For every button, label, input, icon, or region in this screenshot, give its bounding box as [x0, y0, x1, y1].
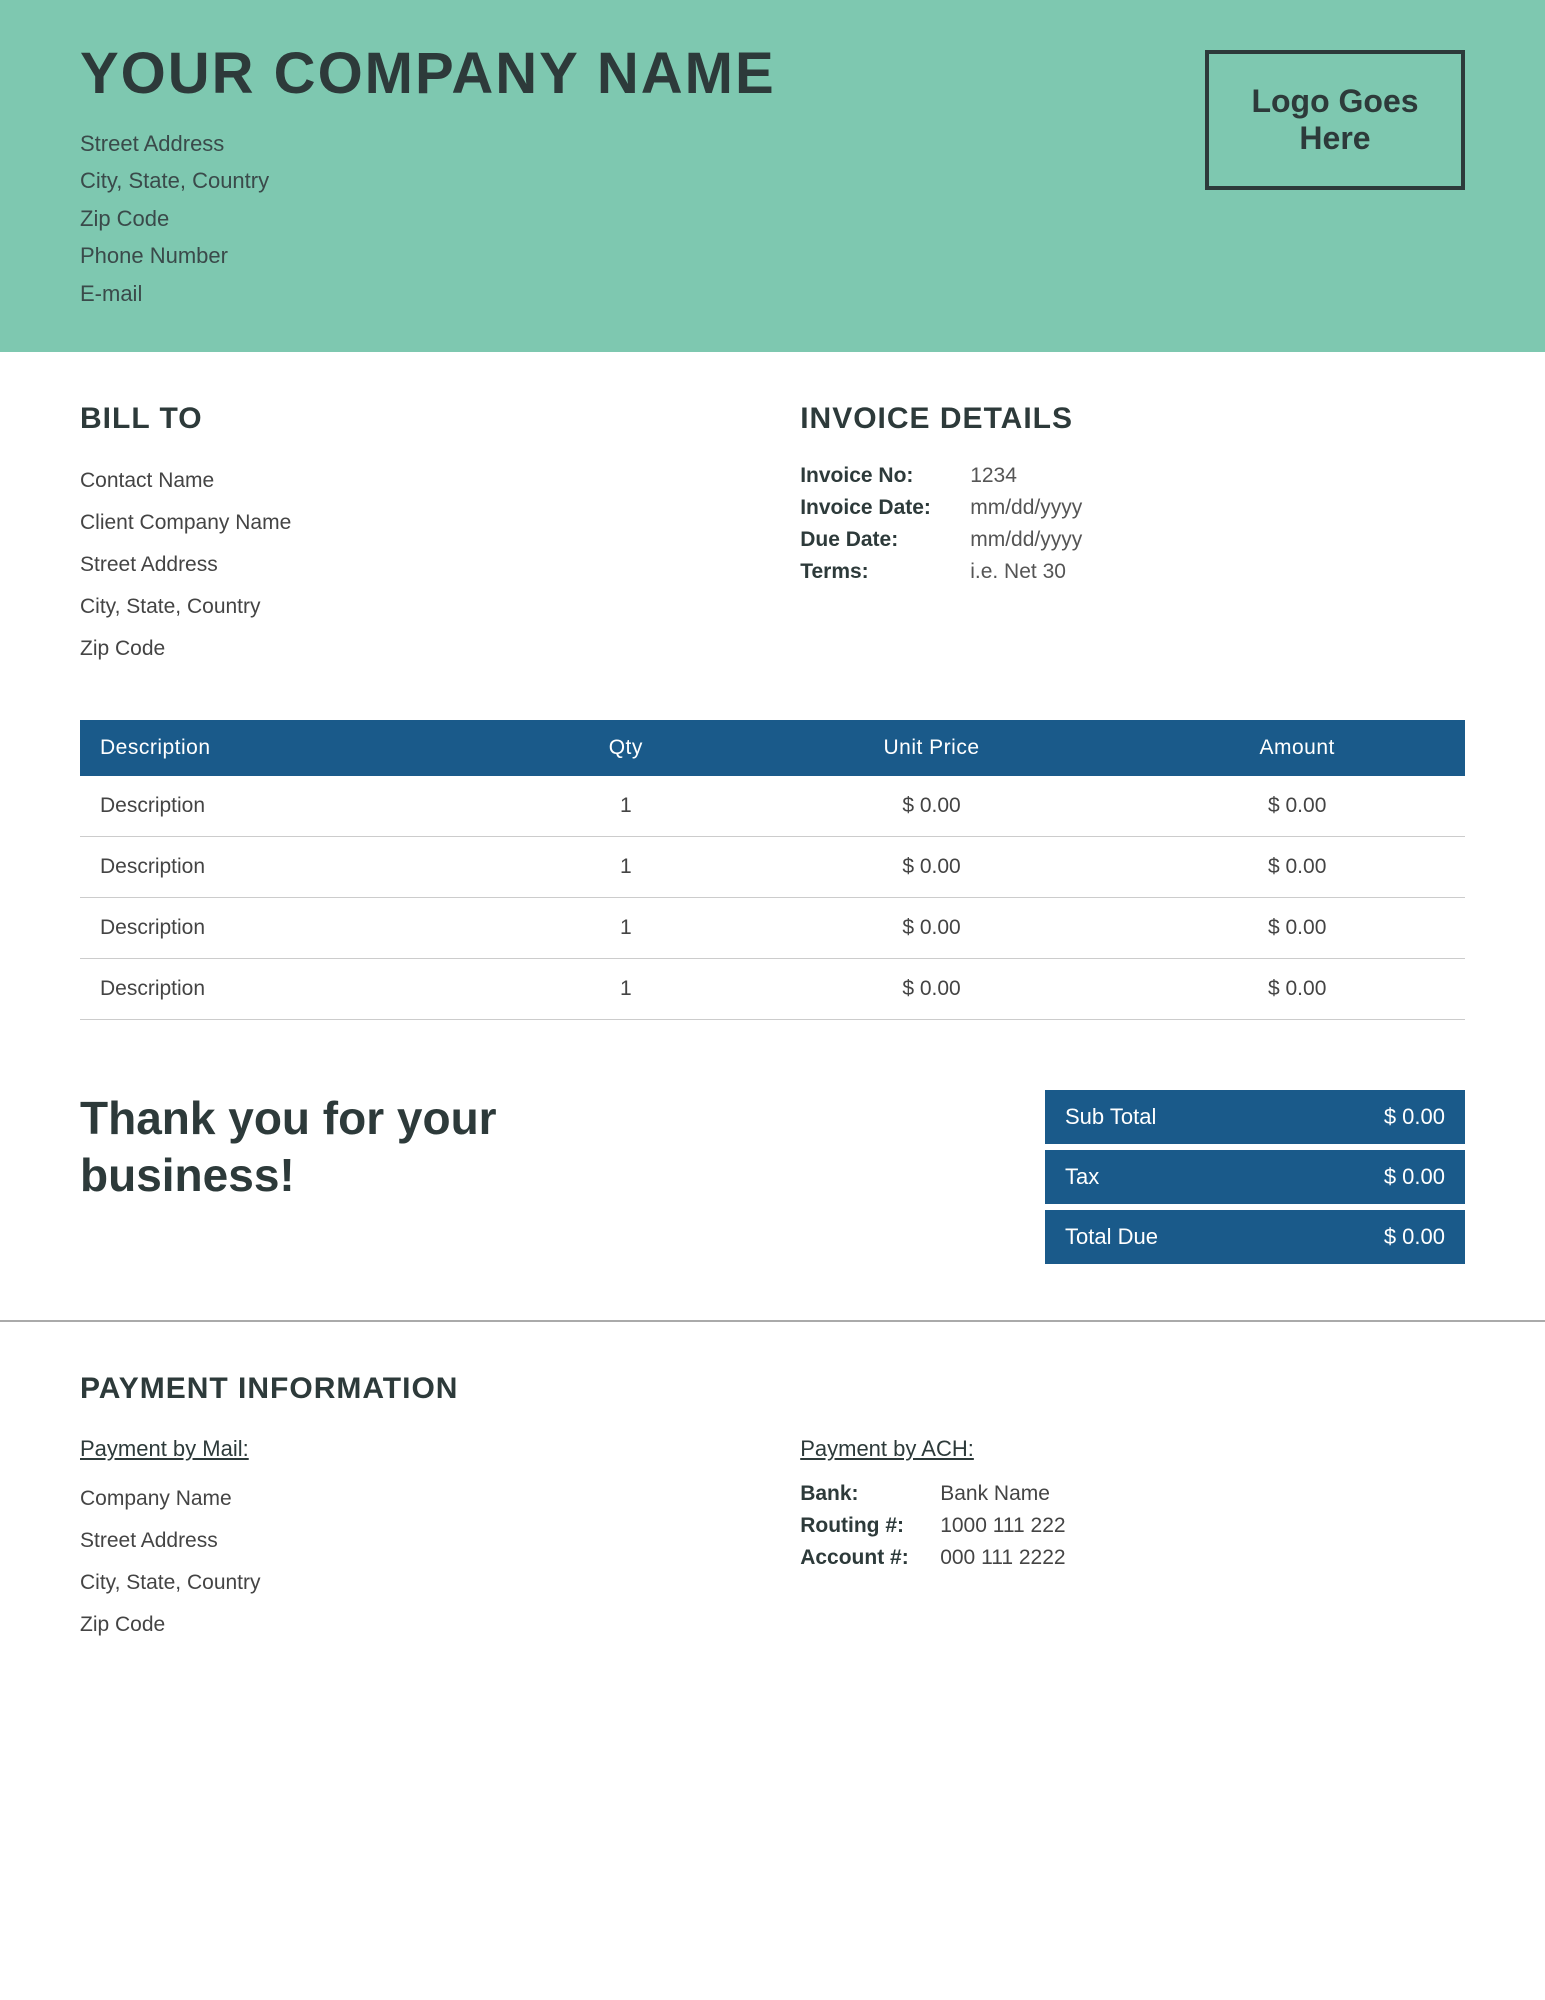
payment-mail-details: Company Name Street Address City, State,…	[80, 1478, 745, 1646]
total-due-value: $ 0.00	[1384, 1224, 1445, 1250]
terms-value: i.e. Net 30	[970, 556, 1465, 588]
invoice-no-value: 1234	[970, 460, 1465, 492]
payment-ach-title: Payment by ACH:	[800, 1436, 1465, 1462]
item-description: Description	[80, 776, 518, 837]
bill-city: City, State, Country	[80, 586, 745, 628]
invoice-details-title: INVOICE DETAILS	[800, 402, 1465, 436]
items-section: Description Qty Unit Price Amount Descri…	[0, 710, 1545, 1050]
payment-title: PAYMENT INFORMATION	[80, 1372, 1465, 1406]
logo-text: Logo GoesHere	[1251, 83, 1418, 157]
item-unit-price: $ 0.00	[734, 897, 1130, 958]
contact-name: Contact Name	[80, 460, 745, 502]
totals-section: Thank you for your business! Sub Total $…	[0, 1050, 1545, 1320]
subtotal-row: Sub Total $ 0.00	[1045, 1090, 1465, 1144]
totals-table: Sub Total $ 0.00 Tax $ 0.00 Total Due $ …	[1045, 1090, 1465, 1270]
col-qty: Qty	[518, 720, 734, 776]
payment-section: PAYMENT INFORMATION Payment by Mail: Com…	[0, 1320, 1545, 1706]
bill-zip: Zip Code	[80, 628, 745, 670]
payment-ach-col: Payment by ACH: Bank: Bank Name Routing …	[800, 1436, 1465, 1646]
table-row: Description 1 $ 0.00 $ 0.00	[80, 836, 1465, 897]
bill-invoice-section: BILL TO Contact Name Client Company Name…	[0, 352, 1545, 710]
payment-company-name: Company Name	[80, 1478, 745, 1520]
item-qty: 1	[518, 836, 734, 897]
total-due-row: Total Due $ 0.00	[1045, 1210, 1465, 1264]
invoice-no-label: Invoice No:	[800, 460, 970, 492]
invoice-details-section: INVOICE DETAILS Invoice No: 1234 Invoice…	[800, 402, 1465, 670]
page-header: YOUR COMPANY NAME Street Address City, S…	[0, 0, 1545, 352]
company-phone: Phone Number	[80, 237, 776, 274]
company-zip: Zip Code	[80, 200, 776, 237]
table-row: Description 1 $ 0.00 $ 0.00	[80, 897, 1465, 958]
bill-to-section: BILL TO Contact Name Client Company Name…	[80, 402, 745, 670]
thank-you-text: Thank you for your business!	[80, 1090, 540, 1205]
table-row: Description 1 $ 0.00 $ 0.00	[80, 958, 1465, 1019]
item-description: Description	[80, 958, 518, 1019]
payment-zip: Zip Code	[80, 1604, 745, 1646]
item-qty: 1	[518, 776, 734, 837]
invoice-date-label: Invoice Date:	[800, 492, 970, 524]
payment-columns: Payment by Mail: Company Name Street Add…	[80, 1436, 1465, 1646]
terms-label: Terms:	[800, 556, 970, 588]
bank-value: Bank Name	[940, 1478, 1065, 1510]
payment-city: City, State, Country	[80, 1562, 745, 1604]
item-qty: 1	[518, 958, 734, 1019]
bank-label: Bank:	[800, 1478, 940, 1510]
account-value: 000 111 2222	[940, 1542, 1065, 1574]
item-unit-price: $ 0.00	[734, 836, 1130, 897]
company-name: YOUR COMPANY NAME	[80, 40, 776, 107]
bill-street: Street Address	[80, 544, 745, 586]
company-city: City, State, Country	[80, 162, 776, 199]
bill-to-details: Contact Name Client Company Name Street …	[80, 460, 745, 670]
item-amount: $ 0.00	[1129, 958, 1465, 1019]
tax-row: Tax $ 0.00	[1045, 1150, 1465, 1204]
item-description: Description	[80, 897, 518, 958]
col-unit-price: Unit Price	[734, 720, 1130, 776]
item-unit-price: $ 0.00	[734, 776, 1130, 837]
col-description: Description	[80, 720, 518, 776]
due-date-value: mm/dd/yyyy	[970, 524, 1465, 556]
company-details: Street Address City, State, Country Zip …	[80, 125, 776, 312]
invoice-details-table: Invoice No: 1234 Invoice Date: mm/dd/yyy…	[800, 460, 1465, 588]
subtotal-value: $ 0.00	[1384, 1104, 1445, 1130]
table-row: Description 1 $ 0.00 $ 0.00	[80, 776, 1465, 837]
tax-label: Tax	[1065, 1164, 1099, 1190]
company-info: YOUR COMPANY NAME Street Address City, S…	[80, 40, 776, 312]
payment-mail-col: Payment by Mail: Company Name Street Add…	[80, 1436, 745, 1646]
col-amount: Amount	[1129, 720, 1465, 776]
due-date-label: Due Date:	[800, 524, 970, 556]
company-email: E-mail	[80, 275, 776, 312]
logo-box: Logo GoesHere	[1205, 50, 1465, 190]
total-due-label: Total Due	[1065, 1224, 1158, 1250]
payment-mail-title: Payment by Mail:	[80, 1436, 745, 1462]
items-table: Description Qty Unit Price Amount Descri…	[80, 720, 1465, 1020]
routing-value: 1000 111 222	[940, 1510, 1065, 1542]
item-description: Description	[80, 836, 518, 897]
company-street: Street Address	[80, 125, 776, 162]
bill-to-title: BILL TO	[80, 402, 745, 436]
item-unit-price: $ 0.00	[734, 958, 1130, 1019]
item-amount: $ 0.00	[1129, 836, 1465, 897]
client-company: Client Company Name	[80, 502, 745, 544]
subtotal-label: Sub Total	[1065, 1104, 1156, 1130]
tax-value: $ 0.00	[1384, 1164, 1445, 1190]
item-amount: $ 0.00	[1129, 897, 1465, 958]
item-qty: 1	[518, 897, 734, 958]
payment-ach-table: Bank: Bank Name Routing #: 1000 111 222 …	[800, 1478, 1065, 1574]
payment-street: Street Address	[80, 1520, 745, 1562]
account-label: Account #:	[800, 1542, 940, 1574]
routing-label: Routing #:	[800, 1510, 940, 1542]
item-amount: $ 0.00	[1129, 776, 1465, 837]
invoice-date-value: mm/dd/yyyy	[970, 492, 1465, 524]
